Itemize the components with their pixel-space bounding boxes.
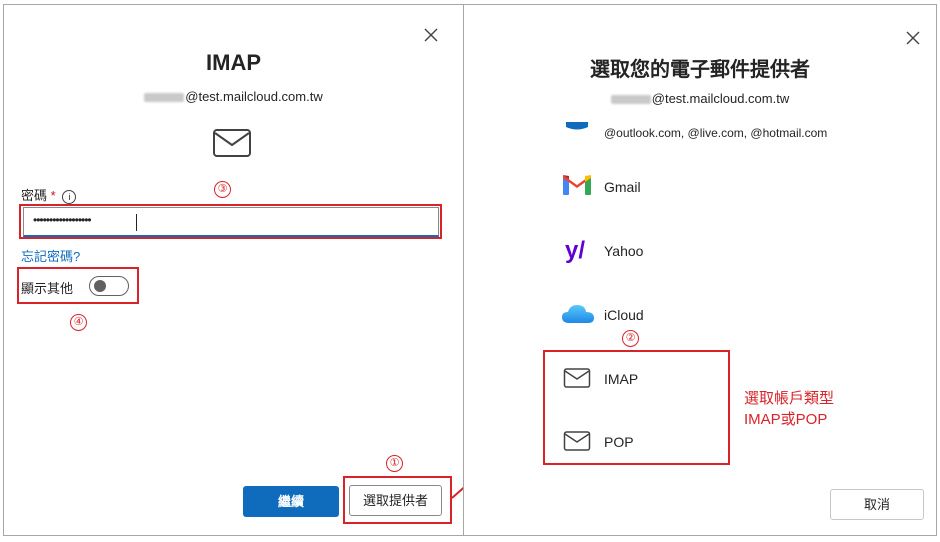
password-label: 密碼 * i <box>21 185 77 204</box>
annotation-note-line2: IMAP或POP <box>744 411 828 428</box>
account-email: @test.mailcloud.com.tw <box>463 91 937 106</box>
redacted-username <box>610 95 651 105</box>
provider-item-gmail[interactable]: Gmail <box>550 168 870 204</box>
toggle-highlight-box <box>17 267 139 304</box>
annotation-note-line1: 選取帳戶類型 <box>744 390 835 407</box>
cancel-button[interactable]: 取消 <box>830 489 924 520</box>
page-title: 選取您的電子郵件提供者 <box>590 59 810 81</box>
password-highlight-box <box>19 204 442 239</box>
provider-name: Yahoo <box>604 243 644 259</box>
page-title: IMAP <box>206 50 261 75</box>
required-mark: * <box>50 188 56 203</box>
envelope-icon <box>213 129 251 157</box>
provider-name: Gmail <box>604 179 641 195</box>
close-icon[interactable] <box>422 26 440 44</box>
provider-item-yahoo[interactable]: y/ Yahoo <box>550 232 870 268</box>
provider-item-outlook[interactable]: @outlook.com, @live.com, @hotmail.com <box>550 118 870 148</box>
step-3-badge: ③ <box>214 181 231 198</box>
forgot-password-link[interactable]: 忘記密碼? <box>21 246 80 265</box>
account-email: @test.mailcloud.com.tw <box>3 89 464 104</box>
provider-name: iCloud <box>604 307 644 323</box>
svg-text:y/: y/ <box>565 237 585 263</box>
yahoo-icon: y/ <box>565 237 585 263</box>
info-icon[interactable]: i <box>62 189 77 204</box>
close-icon[interactable] <box>904 29 922 47</box>
step-2-badge: ② <box>622 330 639 347</box>
redacted-username <box>144 93 185 103</box>
outlook-icon <box>566 122 588 130</box>
continue-button[interactable]: 繼續 <box>243 486 339 517</box>
step-1-badge: ① <box>386 455 403 472</box>
imap-pop-highlight-box <box>543 350 730 465</box>
provider-item-icloud[interactable]: iCloud <box>550 296 870 332</box>
choose-provider-highlight-box <box>343 476 452 524</box>
gmail-icon <box>563 175 591 195</box>
icloud-icon <box>562 305 594 323</box>
provider-name: @outlook.com, @live.com, @hotmail.com <box>604 126 828 140</box>
step-4-badge: ④ <box>70 314 87 331</box>
